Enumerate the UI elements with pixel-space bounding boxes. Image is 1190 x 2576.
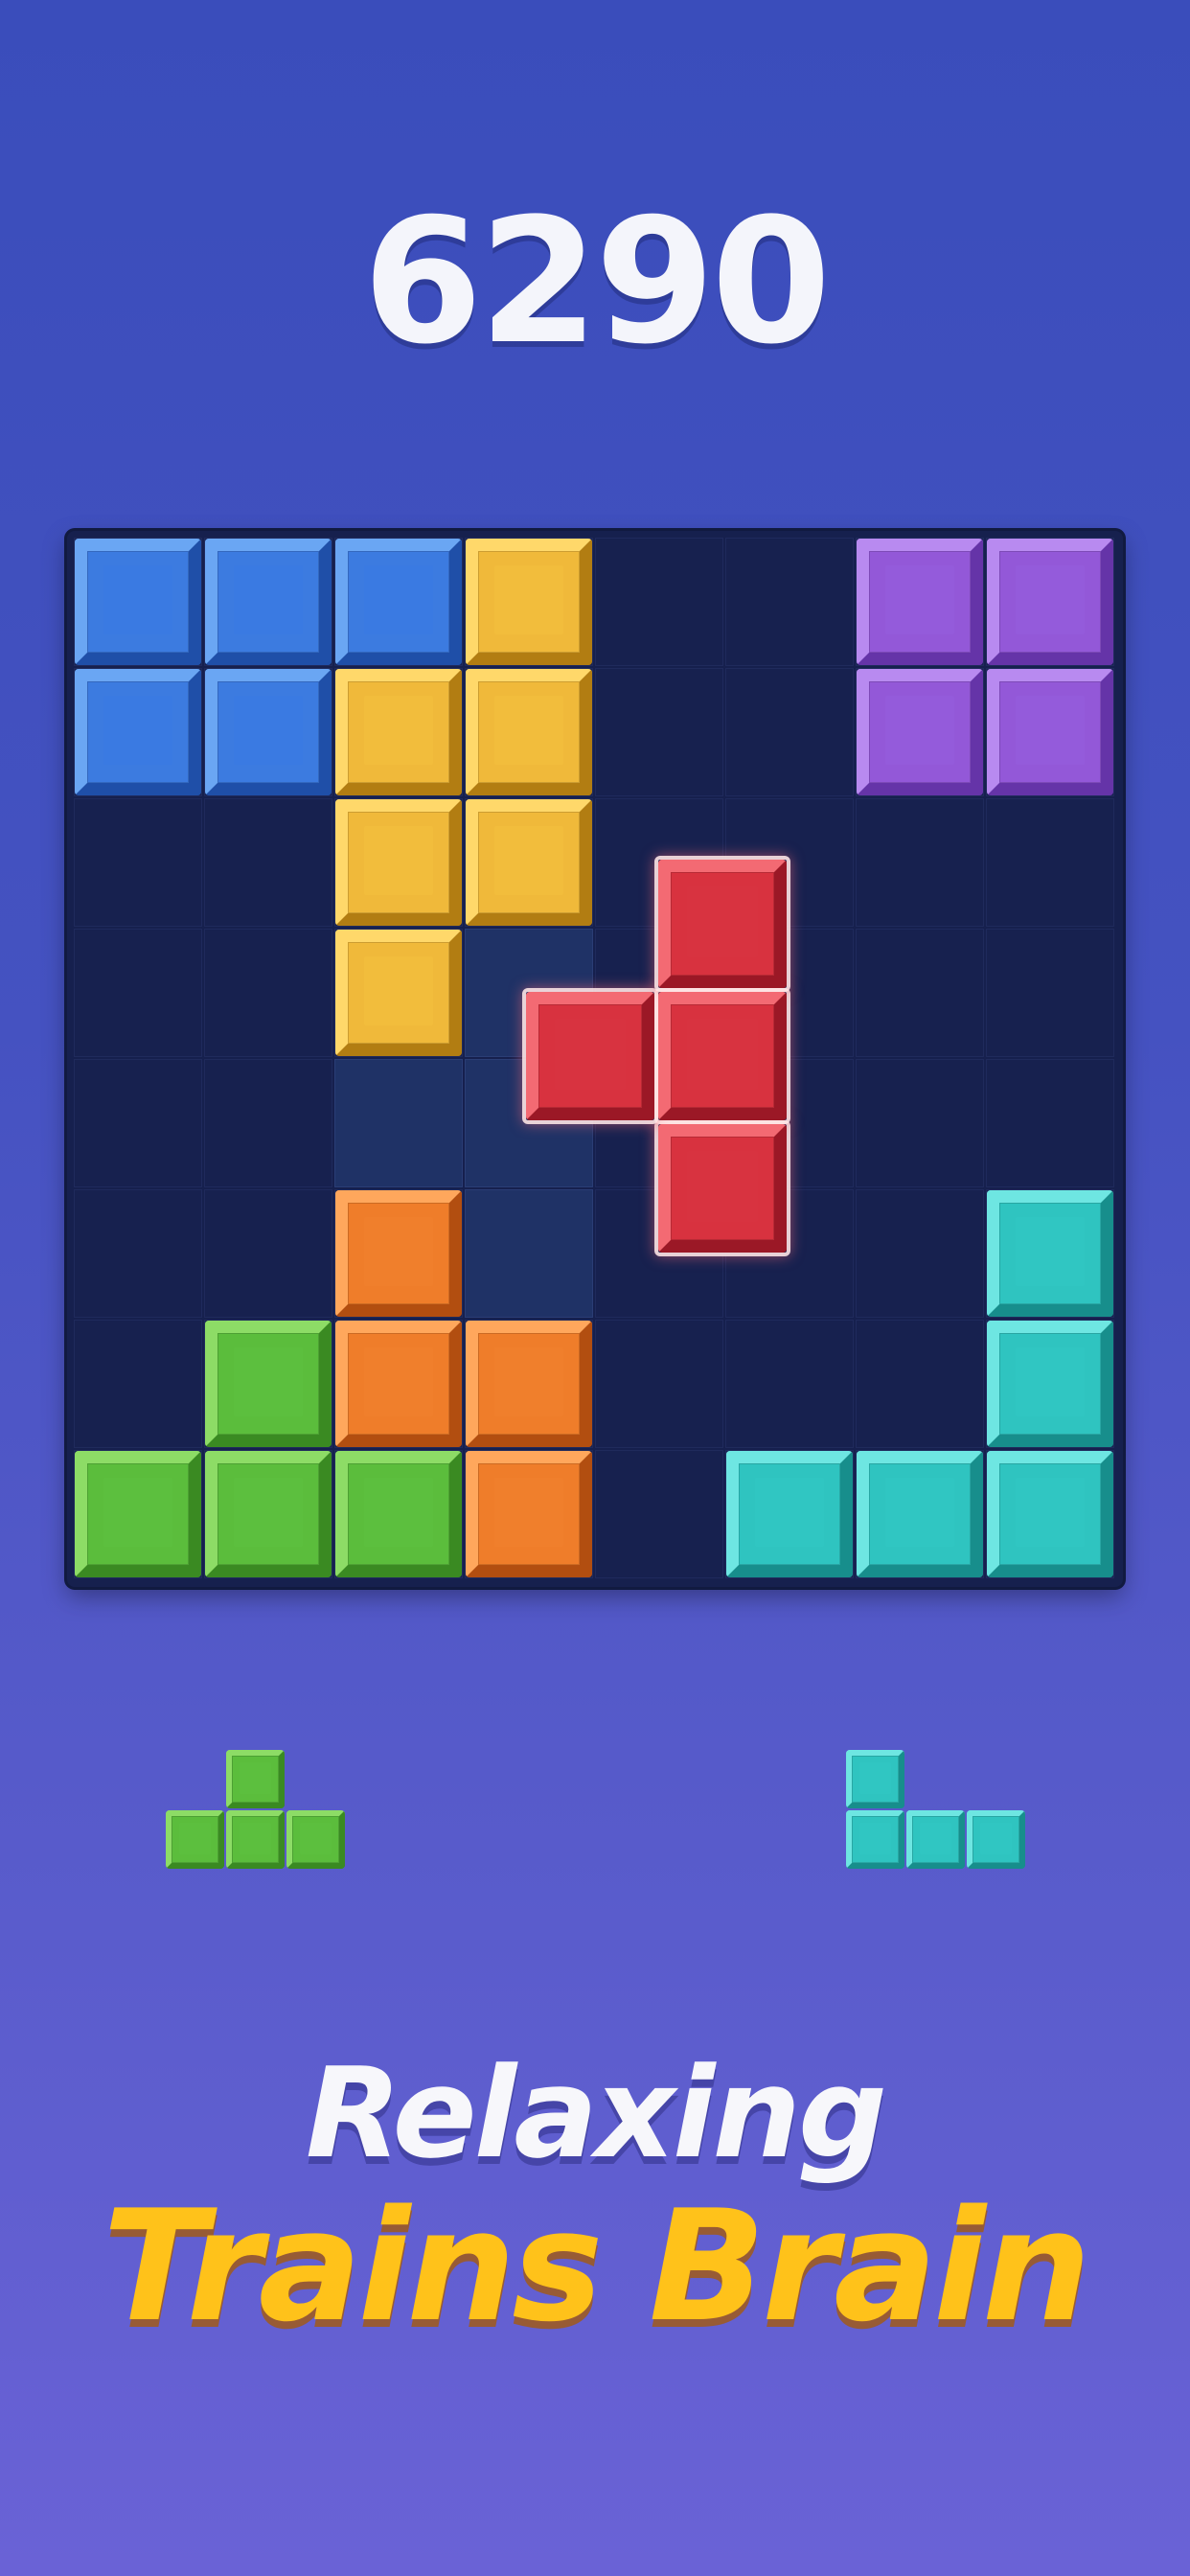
- board-cell[interactable]: [856, 929, 984, 1057]
- board-cell[interactable]: [204, 1059, 332, 1187]
- board-cell[interactable]: [595, 668, 723, 796]
- board-cell[interactable]: [334, 1059, 463, 1187]
- board-cell[interactable]: [856, 1320, 984, 1448]
- tray-block-green: [166, 1810, 224, 1869]
- board-cell[interactable]: [74, 1320, 202, 1448]
- board-block-blue: [335, 539, 462, 665]
- tagline-trains-brain: Trains Brain: [103, 2176, 1091, 2356]
- board-block-cyan: [726, 1451, 853, 1577]
- dragging-block-red: [526, 992, 654, 1120]
- board-cell[interactable]: [725, 668, 854, 796]
- board-cell[interactable]: [986, 1059, 1114, 1187]
- board-block-blue: [75, 539, 201, 665]
- dragging-block-red: [658, 992, 787, 1120]
- tagline-relaxing: Relaxing: [305, 2040, 887, 2186]
- board-cell[interactable]: [986, 929, 1114, 1057]
- tray-block-cyan: [967, 1810, 1025, 1869]
- board-cell[interactable]: [986, 798, 1114, 927]
- tray-block-cyan: [846, 1810, 904, 1869]
- score-display: 6290: [362, 182, 832, 382]
- tray-block-cyan: [906, 1810, 965, 1869]
- board-block-blue: [75, 669, 201, 795]
- board-block-yellow: [466, 669, 592, 795]
- board-cell[interactable]: [725, 538, 854, 666]
- board-cell[interactable]: [856, 798, 984, 927]
- board-block-yellow: [466, 539, 592, 665]
- board-block-orange: [335, 1321, 462, 1447]
- dragging-block-red: [658, 860, 787, 988]
- board-block-purple: [857, 539, 983, 665]
- board-block-cyan: [987, 1190, 1113, 1317]
- board-block-blue: [205, 669, 332, 795]
- board-cell[interactable]: [856, 1059, 984, 1187]
- board-block-blue: [205, 539, 332, 665]
- board-block-yellow: [335, 669, 462, 795]
- board-cell[interactable]: [595, 1320, 723, 1448]
- board-block-orange: [466, 1321, 592, 1447]
- tray-block-green: [226, 1810, 285, 1869]
- board-block-yellow: [466, 799, 592, 926]
- board-cell[interactable]: [204, 929, 332, 1057]
- board-block-green: [205, 1321, 332, 1447]
- board-cell[interactable]: [74, 1059, 202, 1187]
- tray-block-green: [286, 1810, 345, 1869]
- board-cell[interactable]: [74, 1189, 202, 1318]
- board-block-purple: [857, 669, 983, 795]
- board-cell[interactable]: [204, 798, 332, 927]
- tray-block-cyan: [846, 1750, 904, 1808]
- board-cell[interactable]: [465, 1189, 593, 1318]
- board-block-purple: [987, 669, 1113, 795]
- board-cell[interactable]: [74, 929, 202, 1057]
- board-block-cyan: [857, 1451, 983, 1577]
- board-block-yellow: [335, 930, 462, 1056]
- board-block-green: [75, 1451, 201, 1577]
- board-cell[interactable]: [856, 1189, 984, 1318]
- board-block-yellow: [335, 799, 462, 926]
- board-block-purple: [987, 539, 1113, 665]
- board-cell[interactable]: [595, 1450, 723, 1578]
- board-block-green: [335, 1451, 462, 1577]
- board-cell[interactable]: [725, 1320, 854, 1448]
- board-cell[interactable]: [595, 538, 723, 666]
- dragging-block-red: [658, 1124, 787, 1253]
- board-block-cyan: [987, 1321, 1113, 1447]
- board-block-cyan: [987, 1451, 1113, 1577]
- board-block-green: [205, 1451, 332, 1577]
- board-cell[interactable]: [204, 1189, 332, 1318]
- board-block-orange: [466, 1451, 592, 1577]
- tray-block-green: [226, 1750, 285, 1808]
- board-cell[interactable]: [74, 798, 202, 927]
- board-block-orange: [335, 1190, 462, 1317]
